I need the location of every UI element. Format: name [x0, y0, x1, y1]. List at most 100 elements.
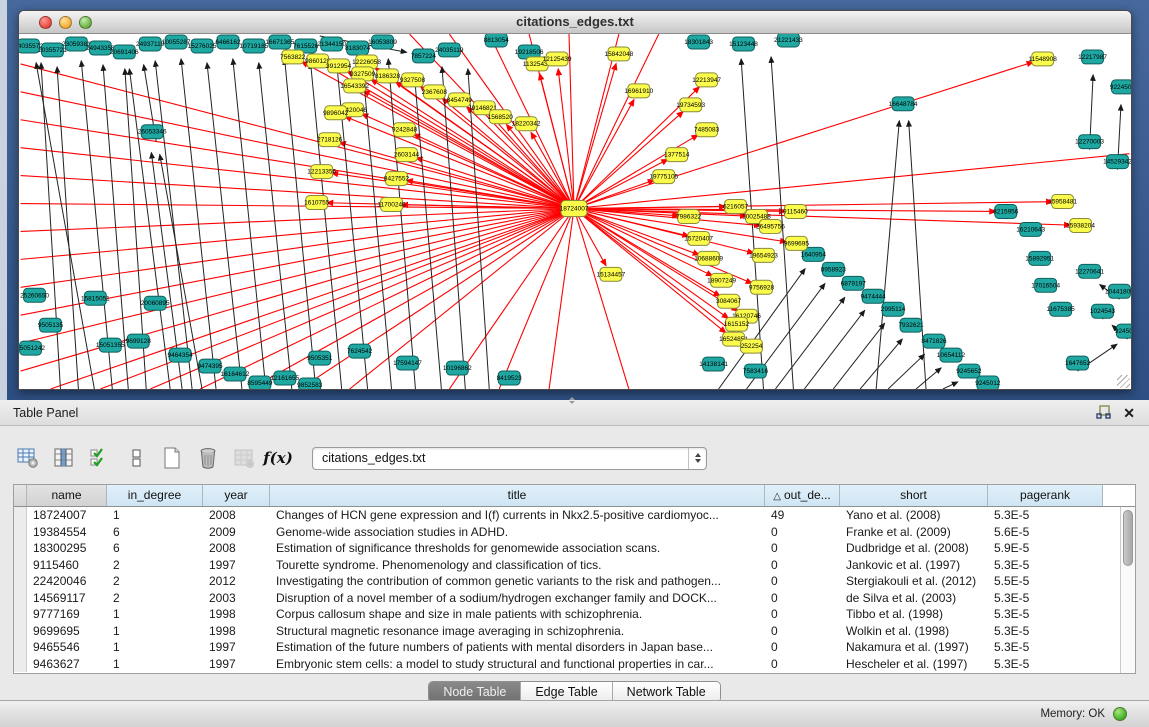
table-cell[interactable]: 5.3E-5	[988, 657, 1103, 671]
table-cell[interactable]: 2003	[203, 591, 270, 605]
table-cell[interactable]: 9115460	[27, 558, 107, 572]
tab-node-table[interactable]: Node Table	[429, 682, 521, 702]
citation-edge-black[interactable]	[888, 354, 924, 389]
citation-edge-red[interactable]	[347, 71, 574, 208]
citation-edge-black[interactable]	[207, 63, 242, 389]
table-cell[interactable]: 14569117	[27, 591, 107, 605]
column-header-name[interactable]: name	[27, 485, 107, 506]
table-cell[interactable]: 1	[107, 624, 203, 638]
citation-edge-black[interactable]	[804, 310, 864, 389]
column-header-out-de-[interactable]: △out_de...	[765, 485, 840, 506]
table-cell[interactable]: 5.3E-5	[988, 558, 1103, 572]
vertical-scrollbar[interactable]	[1120, 507, 1135, 673]
citation-edge-black[interactable]	[775, 297, 844, 389]
table-cell[interactable]: 6	[107, 541, 203, 555]
network-graph-canvas[interactable]: 2403557220355721230593812494335820691406…	[19, 34, 1131, 389]
table-cell[interactable]: Corpus callosum shape and size in male p…	[270, 607, 765, 621]
table-selector-dropdown[interactable]: citations_edges.txt	[312, 447, 707, 470]
table-cell[interactable]: Disruption of a novel member of a sodium…	[270, 591, 765, 605]
column-header-year[interactable]: year	[203, 485, 270, 506]
table-cell[interactable]: Changes of HCN gene expression and I(f) …	[270, 508, 765, 522]
table-cell[interactable]: 2	[107, 591, 203, 605]
table-cell[interactable]: 0	[765, 591, 840, 605]
table-cell[interactable]: 9463627	[27, 657, 107, 671]
table-cell[interactable]: 0	[765, 657, 840, 671]
citation-edge-black[interactable]	[876, 121, 899, 389]
table-row[interactable]: 1830029562008Estimation of significance …	[14, 540, 1120, 557]
citation-edge-black[interactable]	[57, 67, 78, 389]
table-cell[interactable]: Dudbridge et al. (2008)	[840, 541, 988, 555]
citation-edge-red[interactable]	[574, 202, 1053, 209]
table-cell[interactable]: 5.3E-5	[988, 607, 1103, 621]
table-cell[interactable]: Stergiakouli et al. (2012)	[840, 574, 988, 588]
citation-edge-black[interactable]	[909, 121, 926, 389]
table-cell[interactable]: 5.9E-5	[988, 541, 1103, 555]
table-cell[interactable]: 2008	[203, 541, 270, 555]
table-cell[interactable]: 9777169	[27, 607, 107, 621]
tab-edge-table[interactable]: Edge Table	[521, 682, 612, 702]
row-height-icon[interactable]	[122, 444, 150, 472]
float-panel-icon[interactable]	[1096, 405, 1111, 420]
table-cell[interactable]: 1998	[203, 607, 270, 621]
citation-edge-red[interactable]	[300, 209, 574, 389]
table-cell[interactable]: Estimation of significance thresholds fo…	[270, 541, 765, 555]
table-row[interactable]: 969969511998Structural magnetic resonanc…	[14, 623, 1120, 640]
table-cell[interactable]: 0	[765, 607, 840, 621]
table-cell[interactable]: 2012	[203, 574, 270, 588]
table-cell[interactable]: 1	[107, 607, 203, 621]
table-cell[interactable]: Hescheler et al. (1997)	[840, 657, 988, 671]
column-header-title[interactable]: title	[270, 485, 765, 506]
table-cell[interactable]: Tibbo et al. (1998)	[840, 607, 988, 621]
table-cell[interactable]: 49	[765, 508, 840, 522]
table-cell[interactable]: 19384554	[27, 525, 107, 539]
citation-edge-black[interactable]	[41, 63, 60, 389]
table-cell[interactable]: 2	[107, 558, 203, 572]
table-cell[interactable]: de Silva et al. (2003)	[840, 591, 988, 605]
close-panel-icon[interactable]: ✕	[1123, 406, 1135, 420]
table-cell[interactable]: 5.3E-5	[988, 508, 1103, 522]
table-cell[interactable]: 0	[765, 525, 840, 539]
citation-edge-red[interactable]	[21, 209, 574, 260]
table-cell[interactable]: Genome-wide association studies in ADHD.	[270, 525, 765, 539]
select-columns-icon[interactable]	[86, 444, 114, 472]
table-cell[interactable]: 1997	[203, 558, 270, 572]
table-cell[interactable]: 5.3E-5	[988, 640, 1103, 654]
table-cell[interactable]: 0	[765, 558, 840, 572]
table-cell[interactable]: 1997	[203, 657, 270, 671]
table-cell[interactable]: 0	[765, 541, 840, 555]
citation-edge-red[interactable]	[21, 204, 574, 209]
citation-edge-black[interactable]	[943, 382, 958, 389]
table-cell[interactable]: 0	[765, 624, 840, 638]
citation-edge-red[interactable]	[549, 209, 574, 389]
citation-network-graph[interactable]: 2403557220355721230593812494335820691406…	[19, 34, 1131, 389]
citation-edge-red[interactable]	[574, 209, 606, 266]
table-row[interactable]: 977716911998Corpus callosum shape and si…	[14, 606, 1120, 623]
table-cell[interactable]: 0	[765, 640, 840, 654]
new-table-icon[interactable]	[158, 444, 186, 472]
table-cell[interactable]: 0	[765, 574, 840, 588]
citation-edge-black[interactable]	[285, 59, 316, 389]
citation-edge-red[interactable]	[574, 209, 629, 389]
table-row[interactable]: 1938455462009Genome-wide association stu…	[14, 524, 1120, 541]
column-header-short[interactable]: short	[840, 485, 988, 506]
table-cell[interactable]: 5.3E-5	[988, 624, 1103, 638]
citation-edge-black[interactable]	[468, 69, 489, 389]
table-row[interactable]: 946554611997Estimation of the future num…	[14, 639, 1120, 656]
table-cell[interactable]: 1998	[203, 624, 270, 638]
table-cell[interactable]: Embryonic stem cells: a model to study s…	[270, 657, 765, 671]
table-cell[interactable]: Wolkin et al. (1998)	[840, 624, 988, 638]
table-row[interactable]: 1456911722003Disruption of a novel membe…	[14, 590, 1120, 607]
table-cell[interactable]: 9465546	[27, 640, 107, 654]
table-cell[interactable]: 18300295	[27, 541, 107, 555]
dropdown-stepper-icon[interactable]	[688, 448, 706, 469]
table-cell[interactable]: Jankovic et al. (1997)	[840, 558, 988, 572]
table-row[interactable]: 911546021997Tourette syndrome. Phenomeno…	[14, 557, 1120, 574]
scrollbar-thumb[interactable]	[1123, 510, 1133, 566]
table-row[interactable]: 1872400712008Changes of HCN gene express…	[14, 507, 1120, 524]
table-cell[interactable]: 5.6E-5	[988, 525, 1103, 539]
column-header-in-degree[interactable]: in_degree	[107, 485, 203, 506]
citation-edge-red[interactable]	[21, 148, 574, 209]
panel-splitter-handle[interactable]	[566, 397, 578, 404]
show-columns-icon[interactable]	[50, 444, 78, 472]
table-cell[interactable]: 2008	[203, 508, 270, 522]
